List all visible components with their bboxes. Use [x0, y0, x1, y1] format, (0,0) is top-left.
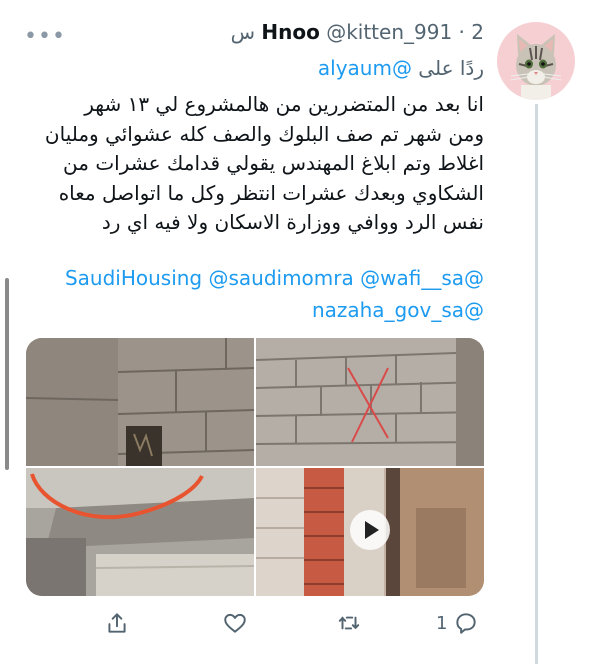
heart-icon [224, 613, 246, 633]
like-button[interactable] [222, 606, 248, 640]
tweet-header: Hnoo @kitten_991 · 2 س [231, 20, 484, 44]
media-photo-1[interactable] [26, 338, 254, 466]
user-handle[interactable]: @kitten_991 [326, 20, 452, 44]
replying-to: ردًا على @alyaum [318, 56, 484, 80]
tweet-text-line: اغلاط وتم ابلاغ المهندس يقولي قدامك عشرا… [63, 151, 484, 175]
photo-block-wall-red-x-icon [256, 338, 484, 466]
retweet-icon [338, 616, 360, 630]
share-button[interactable] [104, 606, 130, 640]
mention-tags[interactable]: @SaudiHousing @saudimomra @wafi__sa [65, 266, 484, 290]
media-grid [26, 338, 484, 596]
reply-count: 1 [436, 612, 448, 634]
media-video[interactable] [256, 468, 484, 596]
replying-to-handle[interactable]: @alyaum [318, 56, 412, 80]
play-icon[interactable] [350, 510, 390, 550]
replying-to-prefix: ردًا على [418, 56, 484, 80]
scrollbar-thumb[interactable] [5, 278, 9, 470]
photo-concrete-slab-red-circle-icon [26, 468, 254, 596]
tweet-text-line: انا بعد من المتضررين من هالمشروع لي ١٣ ش… [84, 92, 484, 116]
tweet-text-line: الشكاوي وبعدك عشرات انتظر وكل ما اتواصل … [58, 180, 484, 205]
reply-icon [456, 613, 477, 634]
thread-line [535, 104, 538, 664]
retweet-button[interactable] [336, 606, 362, 640]
cat-avatar-icon [510, 34, 562, 100]
photo-block-wall-gap-icon [26, 338, 254, 466]
share-icon [108, 613, 126, 633]
tweet-text-line: نفس الرد ووافي ووزارة الاسكان ولا فيه اي… [101, 210, 484, 234]
avatar[interactable] [497, 22, 575, 100]
more-icon[interactable]: ••• [24, 24, 66, 49]
display-name[interactable]: Hnoo [261, 20, 319, 44]
reply-button[interactable]: 1 [436, 606, 479, 640]
media-photo-3[interactable] [26, 468, 254, 596]
tweet-text: انا بعد من المتضررين من هالمشروع لي ١٣ ش… [14, 90, 484, 238]
mention-tags[interactable]: @nazaha_gov_sa [312, 298, 484, 322]
media-photo-2[interactable] [256, 338, 484, 466]
action-bar: 1 [0, 606, 600, 640]
tweet-text-line: ومن شهر تم صف البلوك والصف كله عشوائي وم… [44, 121, 484, 146]
separator-dot: · [458, 20, 465, 44]
